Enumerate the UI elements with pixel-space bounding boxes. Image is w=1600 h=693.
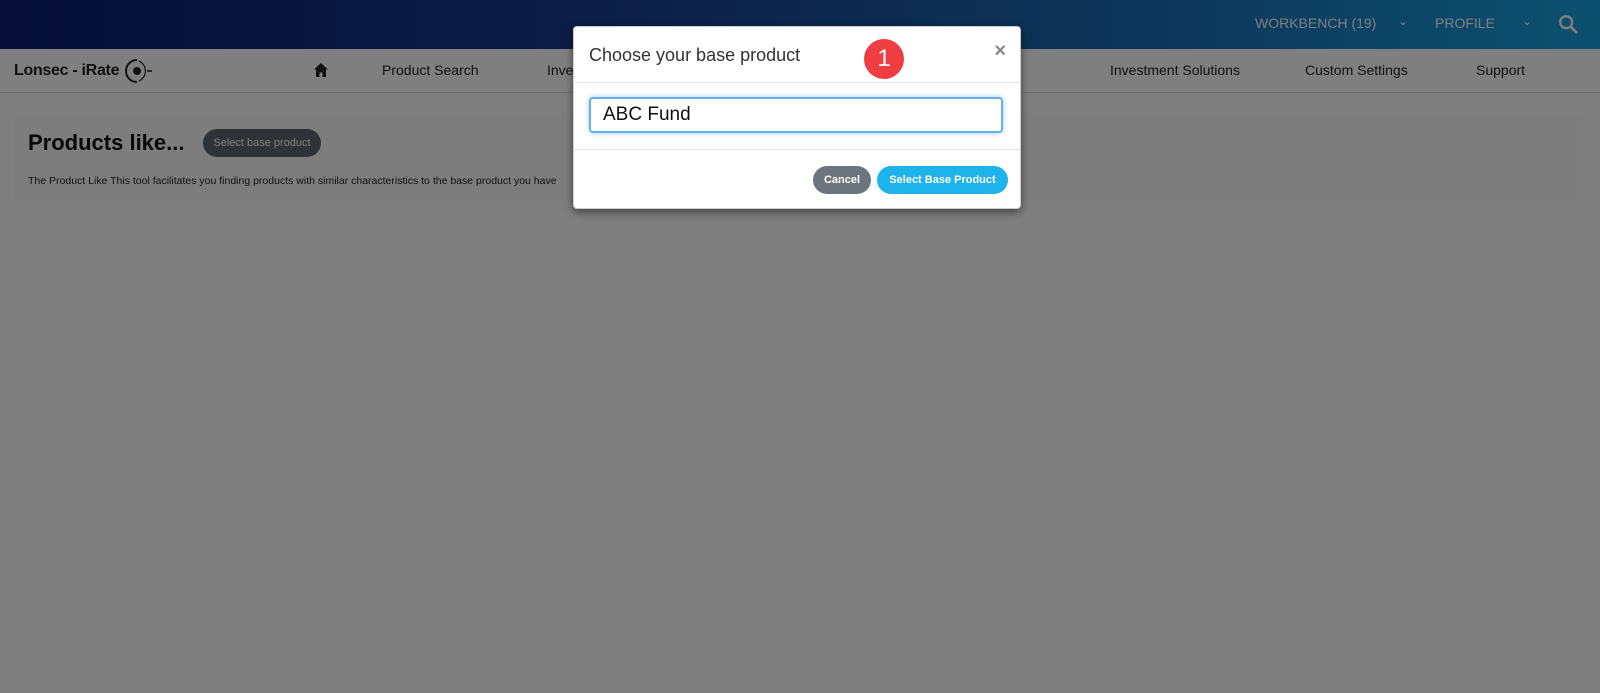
modal-body — [574, 83, 1020, 150]
modal-header: Choose your base product 1 × — [574, 27, 1020, 83]
close-icon[interactable]: × — [994, 41, 1006, 61]
choose-base-product-modal: Choose your base product 1 × Cancel Sele… — [573, 26, 1021, 209]
base-product-search-input[interactable] — [589, 97, 1003, 133]
select-base-product-confirm-button[interactable]: Select Base Product — [877, 166, 1008, 194]
step-badge: 1 — [864, 39, 904, 79]
cancel-button[interactable]: Cancel — [813, 166, 871, 194]
modal-title: Choose your base product — [589, 45, 801, 65]
